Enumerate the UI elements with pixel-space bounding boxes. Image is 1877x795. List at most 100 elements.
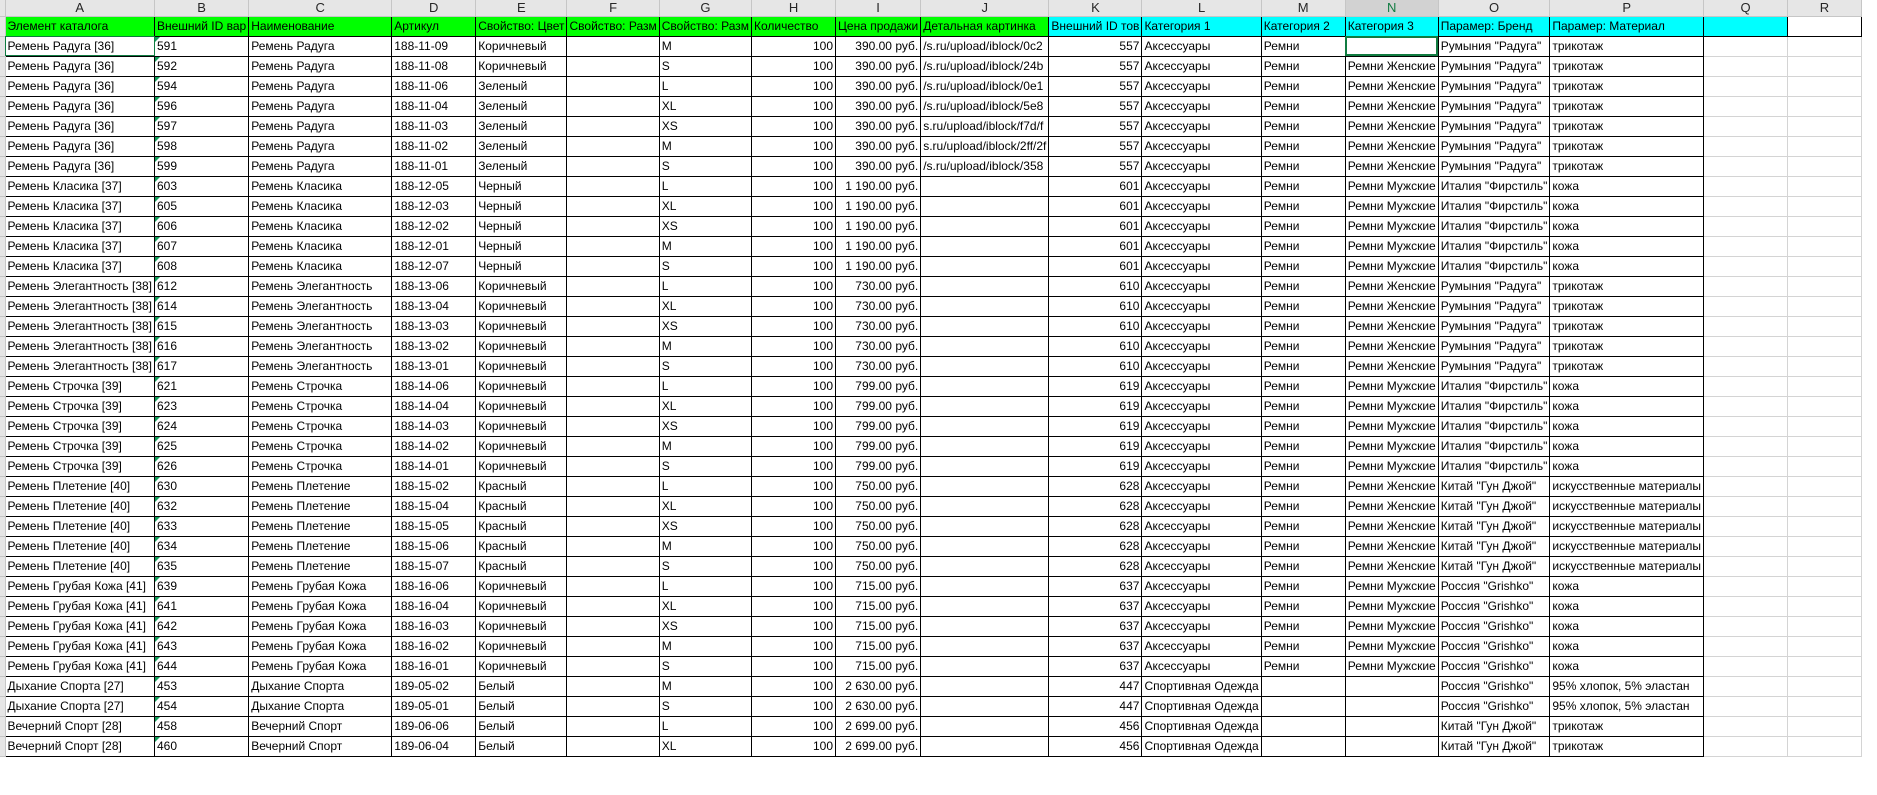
cell-ext-id[interactable]: 625 [154,436,250,457]
cell-material[interactable]: кожа [1549,396,1704,417]
cell-cat3[interactable]: Ремни Женские [1345,556,1439,577]
cell-ext-id[interactable]: 624 [154,416,250,437]
cell-name[interactable]: Ремень Грубая Кожа [248,616,393,637]
cell-picture[interactable]: s.ru/upload/iblock/0e1/ [920,76,1050,97]
cell-price[interactable]: 390.00 руб. [835,56,922,77]
cell-ext-id[interactable]: 608 [154,256,250,277]
cell-size2[interactable]: XL [659,496,753,517]
cell-cat3[interactable]: Ремни Мужские [1345,196,1439,217]
cell-goods-id[interactable]: 456 [1048,716,1143,737]
cell-material[interactable]: трикотаж [1549,316,1704,337]
cell-ext-id[interactable]: 639 [154,576,250,597]
cell-goods-id[interactable]: 619 [1048,436,1143,457]
cell-q[interactable] [1703,436,1788,457]
cell-element[interactable]: Ремень Грубая Кожа [41] [5,596,155,617]
cell-size2[interactable]: L [659,176,753,197]
cell-material[interactable]: кожа [1549,236,1704,257]
cell-article[interactable]: 188-14-04 [391,396,477,417]
cell-cat1[interactable]: Аксессуары [1141,636,1262,657]
cell-element[interactable]: Ремень Строчка [39] [5,396,155,417]
cell-cat2[interactable]: Ремни [1261,96,1346,117]
cell-cat3[interactable] [1345,736,1439,757]
cell-size2[interactable]: XL [659,736,753,757]
cell-cat3[interactable]: Ремни Женские [1345,516,1439,537]
cell-goods-id[interactable]: 557 [1048,56,1143,77]
cell-price[interactable]: 799.00 руб. [835,396,922,417]
cell-article[interactable]: 188-11-04 [391,96,477,117]
cell-goods-id[interactable]: 557 [1048,136,1143,157]
cell-brand[interactable]: Китай "Гун Джой" [1438,536,1551,557]
cell-picture[interactable]: s.ru/upload/iblock/5e8/ [920,96,1050,117]
cell-size1[interactable] [566,336,660,357]
cell-qty[interactable]: 100 [751,476,837,497]
cell-r[interactable] [1787,316,1862,337]
cell-picture[interactable] [920,396,1050,417]
cell-ext-id[interactable]: 642 [154,616,250,637]
cell-element[interactable]: Ремень Радуга [36] [5,96,155,117]
cell-q[interactable] [1703,296,1788,317]
cell-cat1[interactable]: Аксессуары [1141,456,1262,477]
cell-cat3[interactable]: Ремни Женские [1345,496,1439,517]
cell-picture[interactable] [920,196,1050,217]
cell-name[interactable]: Ремень Класика [248,236,393,257]
cell-q[interactable] [1703,556,1788,577]
cell-cat1[interactable]: Аксессуары [1141,56,1262,77]
cell-brand[interactable]: Россия "Grishko" [1438,656,1551,677]
cell-picture[interactable] [920,316,1050,337]
cell-color[interactable]: Зеленый [475,116,568,137]
column-header-c[interactable]: C [248,0,393,17]
cell-ext-id[interactable]: 596 [154,96,250,117]
cell-color[interactable]: Красный [475,496,568,517]
cell-goods-id[interactable]: 619 [1048,416,1143,437]
cell-cat2[interactable]: Ремни [1261,196,1346,217]
column-header-d[interactable]: D [391,0,477,17]
cell-element[interactable]: Ремень Грубая Кожа [41] [5,636,155,657]
cell-cat2[interactable]: Ремни [1261,436,1346,457]
cell-size2[interactable]: S [659,256,753,277]
cell-size1[interactable] [566,716,660,737]
cell-q[interactable] [1703,56,1788,77]
cell-cat1[interactable]: Аксессуары [1141,276,1262,297]
cell-size1[interactable] [566,556,660,577]
cell-qty[interactable]: 100 [751,576,837,597]
cell-element[interactable]: Вечерний Спорт [28] [5,716,155,737]
cell-size1[interactable] [566,436,660,457]
cell-r[interactable] [1787,176,1862,197]
cell-picture[interactable]: s.ru/upload/iblock/f7d/f [920,116,1050,137]
cell-material[interactable]: трикотаж [1549,336,1704,357]
cell-q[interactable] [1703,216,1788,237]
cell-r[interactable] [1787,356,1862,377]
cell-qty[interactable]: 100 [751,496,837,517]
column-header-j[interactable]: J [920,0,1050,17]
cell-qty[interactable]: 100 [751,136,837,157]
cell-r[interactable] [1787,96,1862,117]
cell-size1[interactable] [566,676,660,697]
cell-qty[interactable]: 100 [751,716,837,737]
cell-cat3[interactable]: Ремни Мужские [1345,576,1439,597]
cell-picture[interactable] [920,296,1050,317]
cell-goods-id[interactable]: 601 [1048,236,1143,257]
cell-size1[interactable] [566,496,660,517]
cell-article[interactable]: 188-14-02 [391,436,477,457]
cell-cat1[interactable]: Аксессуары [1141,436,1262,457]
cell-picture[interactable] [920,416,1050,437]
cell-article[interactable]: 189-05-02 [391,676,477,697]
cell-size2[interactable]: M [659,436,753,457]
cell-cat3[interactable]: Ремни Мужские [1345,656,1439,677]
cell-article[interactable]: 188-11-08 [391,56,477,77]
cell-goods-id[interactable]: 619 [1048,456,1143,477]
cell-name[interactable]: Ремень Плетение [248,516,393,537]
cell-article[interactable]: 188-16-01 [391,656,477,677]
cell-header-brand[interactable]: Парамер: Бренд [1438,16,1551,37]
cell-goods-id[interactable]: 628 [1048,536,1143,557]
cell-article[interactable]: 188-14-06 [391,376,477,397]
cell-color[interactable]: Коричневый [475,396,568,417]
cell-article[interactable]: 188-13-03 [391,316,477,337]
cell-size2[interactable]: XS [659,616,753,637]
cell-size1[interactable] [566,276,660,297]
cell-ext-id[interactable]: 606 [154,216,250,237]
cell-cat1[interactable]: Аксессуары [1141,296,1262,317]
cell-goods-id[interactable]: 610 [1048,276,1143,297]
cell-price[interactable]: 799.00 руб. [835,456,922,477]
cell-header-goods-id[interactable]: Внешний ID тов [1048,16,1143,37]
